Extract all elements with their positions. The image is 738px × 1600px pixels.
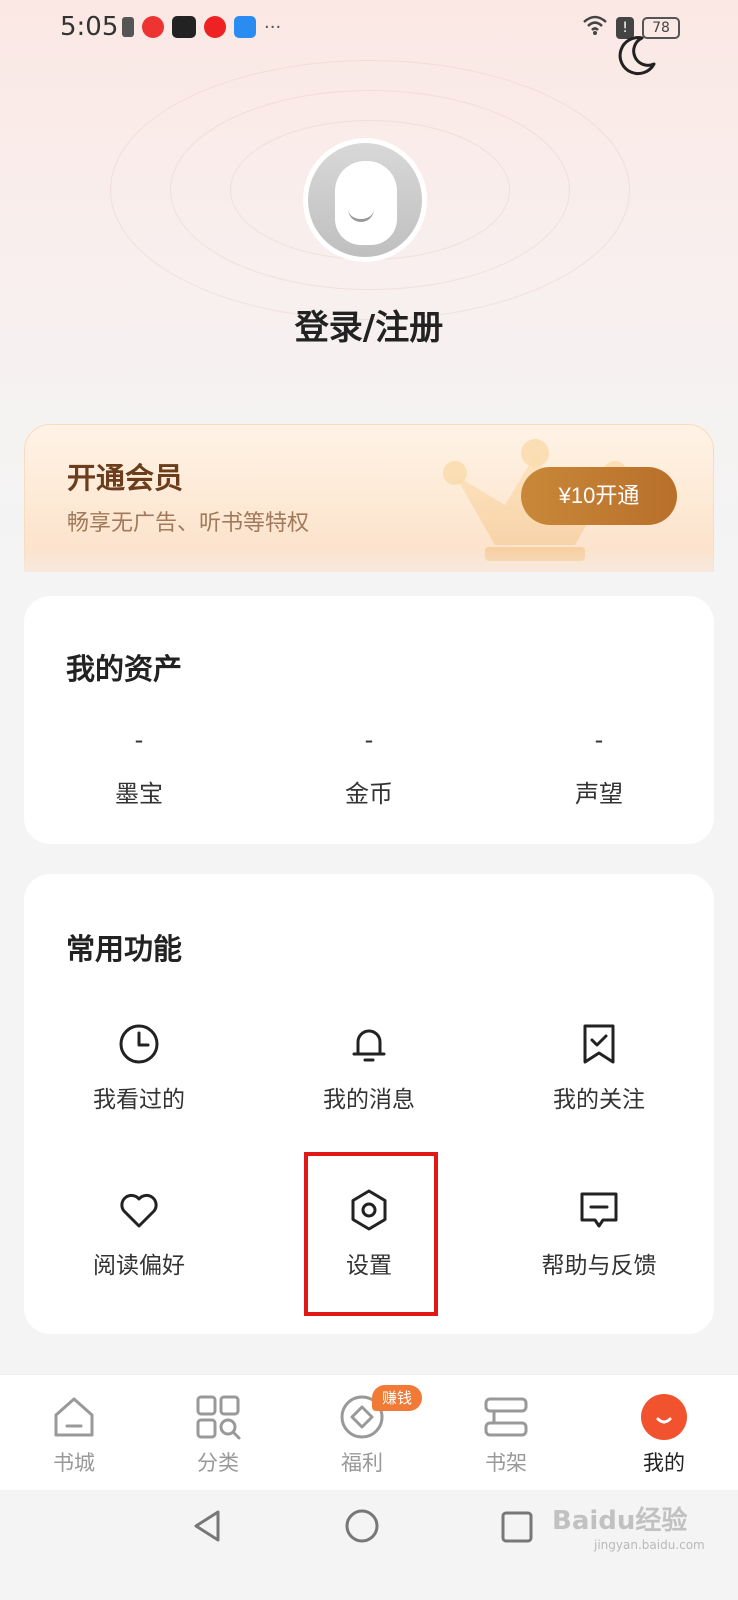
asset-label: 声望 xyxy=(575,780,623,808)
functions-title: 常用功能 xyxy=(66,932,183,966)
heart-icon xyxy=(120,1193,158,1228)
asset-value: - xyxy=(594,726,604,754)
func-label: 我的关注 xyxy=(553,1087,645,1113)
vip-activate-button[interactable]: ¥10开通 xyxy=(521,467,677,525)
help-feedback-button[interactable]: 帮助与反馈 xyxy=(484,1188,714,1328)
avatar[interactable] xyxy=(303,138,427,262)
messages-button[interactable]: 我的消息 xyxy=(254,1022,484,1162)
asset-label: 金币 xyxy=(345,780,393,808)
home-icon xyxy=(54,1397,94,1437)
weather-app-icon xyxy=(234,16,256,38)
bookmark-icon xyxy=(583,1024,615,1064)
asset-mobao[interactable]: - 墨宝 xyxy=(24,726,254,809)
vip-subtitle: 畅享无广告、听书等特权 xyxy=(67,511,310,536)
func-label: 我看过的 xyxy=(93,1087,185,1113)
status-time: 5:05 xyxy=(60,12,119,42)
more-notifications-icon: ··· xyxy=(264,16,282,38)
asset-value: - xyxy=(364,726,374,754)
soul-app-icon xyxy=(172,16,196,38)
vip-fade xyxy=(0,548,738,598)
func-label: 帮助与反馈 xyxy=(541,1253,657,1279)
avatar-placeholder-icon xyxy=(308,143,422,257)
settings-highlight-box xyxy=(304,1152,438,1316)
vip-title: 开通会员 xyxy=(67,461,184,495)
clock-icon xyxy=(119,1024,159,1064)
watermark: Baidu经验 xyxy=(552,1506,688,1536)
tab-bookshelf[interactable]: 书架 xyxy=(446,1393,566,1477)
tab-bookstore[interactable]: 书城 xyxy=(14,1393,134,1477)
login-register-link[interactable]: 登录/注册 xyxy=(0,300,738,349)
video-app-icon xyxy=(204,16,226,38)
nav-label: 福利 xyxy=(341,1451,383,1475)
bookshelf-icon xyxy=(484,1397,528,1437)
profile-icon xyxy=(641,1394,687,1440)
bell-icon xyxy=(352,1029,386,1062)
nav-label: 我的 xyxy=(643,1451,685,1475)
recents-icon[interactable] xyxy=(500,1510,534,1544)
nav-label: 书架 xyxy=(485,1451,527,1475)
app-notification-icon xyxy=(142,16,164,38)
assets-title: 我的资产 xyxy=(66,652,183,686)
notification-icons: ··· xyxy=(122,16,281,38)
moon-icon[interactable] xyxy=(612,32,660,80)
home-circle-icon[interactable] xyxy=(344,1508,380,1544)
tab-mine[interactable]: 我的 xyxy=(604,1393,724,1477)
watermark-url: jingyan.baidu.com xyxy=(594,1538,705,1552)
message-icon xyxy=(580,1192,618,1228)
asset-label: 墨宝 xyxy=(115,780,163,808)
func-label: 阅读偏好 xyxy=(93,1253,185,1279)
reading-preference-button[interactable]: 阅读偏好 xyxy=(24,1188,254,1328)
bottom-nav: 书城 分类 福利 赚钱 书架 我的 xyxy=(0,1374,738,1490)
wifi-icon xyxy=(582,14,608,41)
nav-label: 分类 xyxy=(197,1451,239,1475)
following-button[interactable]: 我的关注 xyxy=(484,1022,714,1162)
asset-coins[interactable]: - 金币 xyxy=(254,726,484,809)
back-icon[interactable] xyxy=(190,1508,226,1544)
nav-label: 书城 xyxy=(53,1451,95,1475)
category-icon xyxy=(196,1395,241,1440)
assets-card: 我的资产 - 墨宝 - 金币 - 声望 xyxy=(24,596,714,844)
tab-category[interactable]: 分类 xyxy=(158,1393,278,1477)
alert-icon xyxy=(122,17,134,37)
earn-money-badge: 赚钱 xyxy=(372,1385,423,1411)
history-button[interactable]: 我看过的 xyxy=(24,1022,254,1162)
asset-value: - xyxy=(134,726,144,754)
asset-reputation[interactable]: - 声望 xyxy=(484,726,714,809)
func-label: 我的消息 xyxy=(323,1087,415,1113)
